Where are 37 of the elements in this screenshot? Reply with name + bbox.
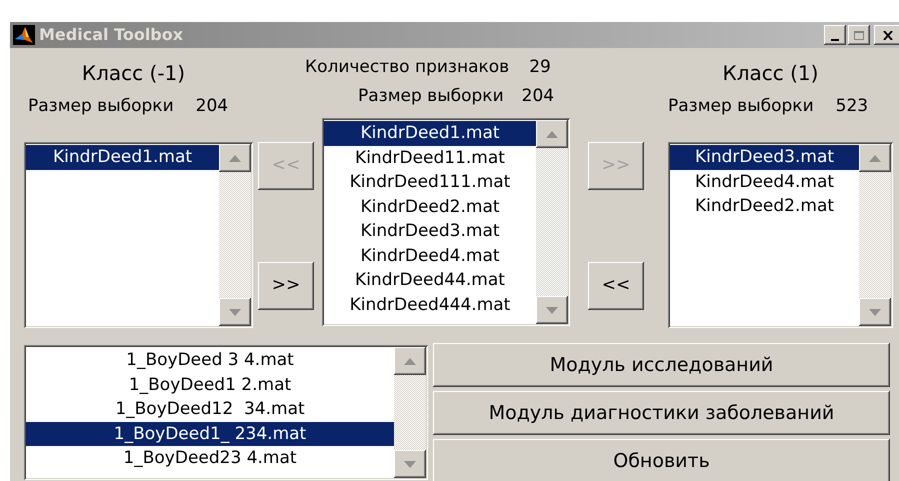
list-item[interactable]: KindrDeed44.mat xyxy=(324,268,536,292)
window-title: Medical Toolbox xyxy=(39,24,184,46)
list-item[interactable]: KindrDeed4.mat xyxy=(670,170,859,194)
feature-count-label: Количество признаков xyxy=(305,56,510,79)
sample-size-label: Размер выборки xyxy=(358,84,504,108)
class-title: Класс (-1) xyxy=(80,60,186,87)
class-title: Класс (1) xyxy=(722,60,820,87)
list-item[interactable]: KindrDeed111.mat xyxy=(324,170,536,194)
file-list[interactable]: KindrDeed3.mat KindrDeed4.mat KindrDeed2.mat xyxy=(668,142,893,328)
feature-count-value: 29 xyxy=(529,56,551,79)
list-item[interactable]: KindrDeed2.mat xyxy=(324,194,536,219)
file-list[interactable]: 1_BoyDeed 3 4.mat 1_BoyDeed1 2.mat 1_BoyDeed12 34.mat 1_BoyDeed1_ 234.mat 1_BoyDeed23 4.mat xyxy=(24,345,428,480)
sample-size-value: 523 xyxy=(836,95,868,118)
list-item[interactable]: KindrDeed1.mat xyxy=(324,121,536,146)
list-item[interactable]: KindrDeed2.mat xyxy=(670,194,859,218)
list-item[interactable]: KindrDeed3.mat xyxy=(670,145,859,170)
list-item[interactable]: KindrDeed11.mat xyxy=(324,146,536,170)
sample-size-label: Размер выборки xyxy=(668,95,814,118)
list-item[interactable]: KindrDeed1.mat xyxy=(26,145,219,170)
list-item[interactable]: 1_BoyDeed 3 4.mat xyxy=(26,348,394,372)
list-item[interactable]: 1_BoyDeed23 4.mat xyxy=(26,446,394,470)
action-button[interactable]: Модуль исследований xyxy=(433,343,890,387)
transfer-button[interactable]: << xyxy=(588,262,644,310)
file-list[interactable]: KindrDeed1.mat KindrDeed11.mat KindrDeed111.mat KindrDeed2.mat KindrDeed3.mat KindrDeed4.mat KindrDeed44.mat KindrDeed444.mat xyxy=(322,118,570,326)
transfer-button[interactable]: >> xyxy=(258,262,314,310)
list-item[interactable]: 1_BoyDeed1 2.mat xyxy=(26,372,394,397)
list-item[interactable]: KindrDeed444.mat xyxy=(324,292,536,317)
action-button[interactable]: Обновить xyxy=(433,439,890,481)
sample-size-label: Размер выборки xyxy=(28,95,174,118)
sample-size-value: 204 xyxy=(522,84,554,108)
list-item[interactable]: KindrDeed3.mat xyxy=(324,219,536,244)
list-item[interactable]: 1_BoyDeed12 34.mat xyxy=(26,397,394,422)
list-item[interactable]: 1_BoyDeed1_ 234.mat xyxy=(26,422,394,446)
list-item[interactable]: KindrDeed4.mat xyxy=(324,244,536,268)
file-list[interactable]: KindrDeed1.mat xyxy=(24,142,253,328)
action-button[interactable]: Модуль диагностики заболеваний xyxy=(433,391,890,435)
sample-size-value: 204 xyxy=(196,95,228,118)
